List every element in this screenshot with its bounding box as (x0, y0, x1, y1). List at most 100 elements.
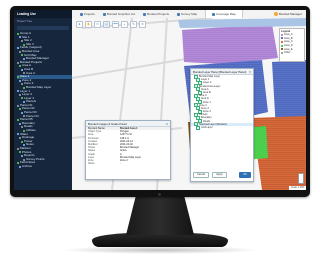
folder-icon (23, 43, 25, 46)
folder-icon (17, 32, 19, 35)
folder-icon (17, 133, 19, 136)
folder-icon (19, 93, 21, 96)
folder-icon (23, 129, 25, 132)
status-bar: Scale 1:250 (288, 186, 306, 190)
tab-label: Projects (84, 12, 95, 16)
folder-icon (23, 72, 25, 75)
close-icon[interactable]: ✕ (166, 122, 168, 126)
power-indicator (158, 193, 161, 196)
layer-label: Grid Layer (201, 126, 213, 129)
monitor-stand-base (92, 233, 228, 247)
folder-icon (23, 101, 25, 104)
folder-icon (17, 75, 19, 78)
pointer-tool-icon[interactable]: ➤ (76, 21, 83, 28)
legend-swatch (281, 40, 283, 43)
search-input[interactable] (17, 26, 69, 30)
folder-icon (19, 151, 21, 154)
layer-panel: Bonded Layer Panel (Bonded Layer Panel) … (190, 68, 254, 182)
legend-label: Area_A (284, 33, 293, 37)
legend-swatch (281, 37, 283, 40)
folder-icon (17, 104, 19, 107)
property-value: - (120, 162, 121, 166)
tab-0[interactable]: Projects (80, 10, 95, 18)
property-row: Notes - (86, 162, 170, 165)
panel-subtitle: Project Tree (17, 19, 33, 23)
tab-label: Bonded Graphics Ltd (106, 12, 136, 16)
folder-icon (23, 158, 25, 161)
folder-icon (21, 154, 23, 157)
folder-icon (17, 47, 19, 50)
legend-swatch (281, 48, 283, 51)
region-purple (182, 24, 278, 64)
folder-icon (21, 140, 23, 143)
tab-label: Bonded Projects (147, 12, 170, 16)
folder-icon (17, 90, 19, 93)
property-key: Notes (88, 162, 95, 166)
folder-icon (19, 165, 21, 168)
monitor-stand-neck (126, 197, 194, 235)
folder-icon (19, 79, 21, 82)
legend-swatch (281, 51, 283, 54)
folder-icon (21, 83, 23, 86)
folder-icon (19, 108, 21, 111)
layer-row[interactable]: Grid Layer (191, 125, 253, 130)
folder-icon (21, 126, 23, 129)
close-icon[interactable]: ✕ (249, 70, 251, 74)
cancel-button[interactable]: Cancel (193, 172, 210, 178)
zoom-control[interactable] (298, 173, 304, 184)
legend-swatch (281, 44, 283, 47)
tab-label: Survey Map (181, 12, 198, 16)
rectangle-tool-icon[interactable]: ▭ (94, 21, 101, 28)
folder-icon (23, 144, 25, 147)
folder-icon (21, 111, 23, 114)
tree-item-label: Archive (22, 164, 33, 168)
hand-tool-icon[interactable]: ✋ (85, 21, 92, 28)
folder-icon (19, 65, 21, 68)
folder-icon (23, 115, 25, 118)
folder-icon (21, 39, 23, 42)
layer-checkbox[interactable] (196, 125, 200, 130)
screen: Projects Bonded Graphics Ltd Bonded Projec… (14, 10, 306, 190)
legend-label: Area_D (284, 44, 293, 48)
tab-icon (143, 12, 147, 16)
folder-icon (23, 86, 25, 89)
add-tool-icon[interactable]: + (121, 21, 128, 28)
folder-icon (19, 122, 21, 125)
ok-button[interactable]: OK (239, 172, 251, 178)
folder-icon (19, 137, 21, 140)
avatar (273, 12, 278, 16)
layer-panel-title: Bonded Layer Panel (Bonded Layer Panel) (193, 69, 247, 74)
monitor-shadow (60, 246, 260, 254)
tab-4[interactable]: Coverage Map (205, 10, 243, 18)
property-value: Zone 2 (120, 158, 128, 162)
tab-3[interactable]: Survey Map (177, 10, 197, 18)
folder-icon (17, 162, 19, 165)
tab-2[interactable]: Bonded Projects (143, 10, 169, 18)
folder-icon (23, 57, 25, 60)
delete-tool-icon[interactable]: ✕ (139, 21, 146, 28)
properties-panel-title: Bonded Images & Grade Panel (88, 121, 127, 126)
project-tree: Group A Site 1 Site 2 Site 3 Fields (mapped)… (14, 32, 72, 169)
tab-label: Coverage Map (216, 12, 236, 16)
properties-panel: Bonded Images & Grade Panel ✕ Bonded Nam… (85, 120, 171, 180)
apply-button[interactable]: Apply (212, 172, 227, 178)
user-menu[interactable]: Bonded Manager (273, 12, 302, 16)
measure-tool-icon[interactable]: ⟷ (112, 21, 119, 28)
folder-icon (17, 147, 19, 150)
legend-swatch (281, 33, 283, 36)
tree-item[interactable]: Archive (17, 165, 72, 169)
tab-1[interactable]: Bonded Graphics Ltd (102, 10, 136, 18)
user-name: Bonded Manager (278, 12, 302, 16)
legend-entry: Other (281, 51, 303, 55)
app-title: Leading Use (14, 10, 72, 18)
folder-icon (21, 97, 23, 100)
project-tree-panel: Leading Use Project Tree Group A Site 1 Si… (14, 10, 72, 190)
tab-icon (80, 12, 83, 16)
folder-icon (17, 61, 19, 64)
folder-icon (17, 119, 19, 122)
edit-tool-icon[interactable]: ✎ (130, 21, 137, 28)
tab-icon (177, 12, 181, 16)
folder-icon (19, 50, 21, 53)
polygon-tool-icon[interactable]: ⬠ (103, 21, 110, 28)
legend-label: Other (284, 51, 291, 55)
